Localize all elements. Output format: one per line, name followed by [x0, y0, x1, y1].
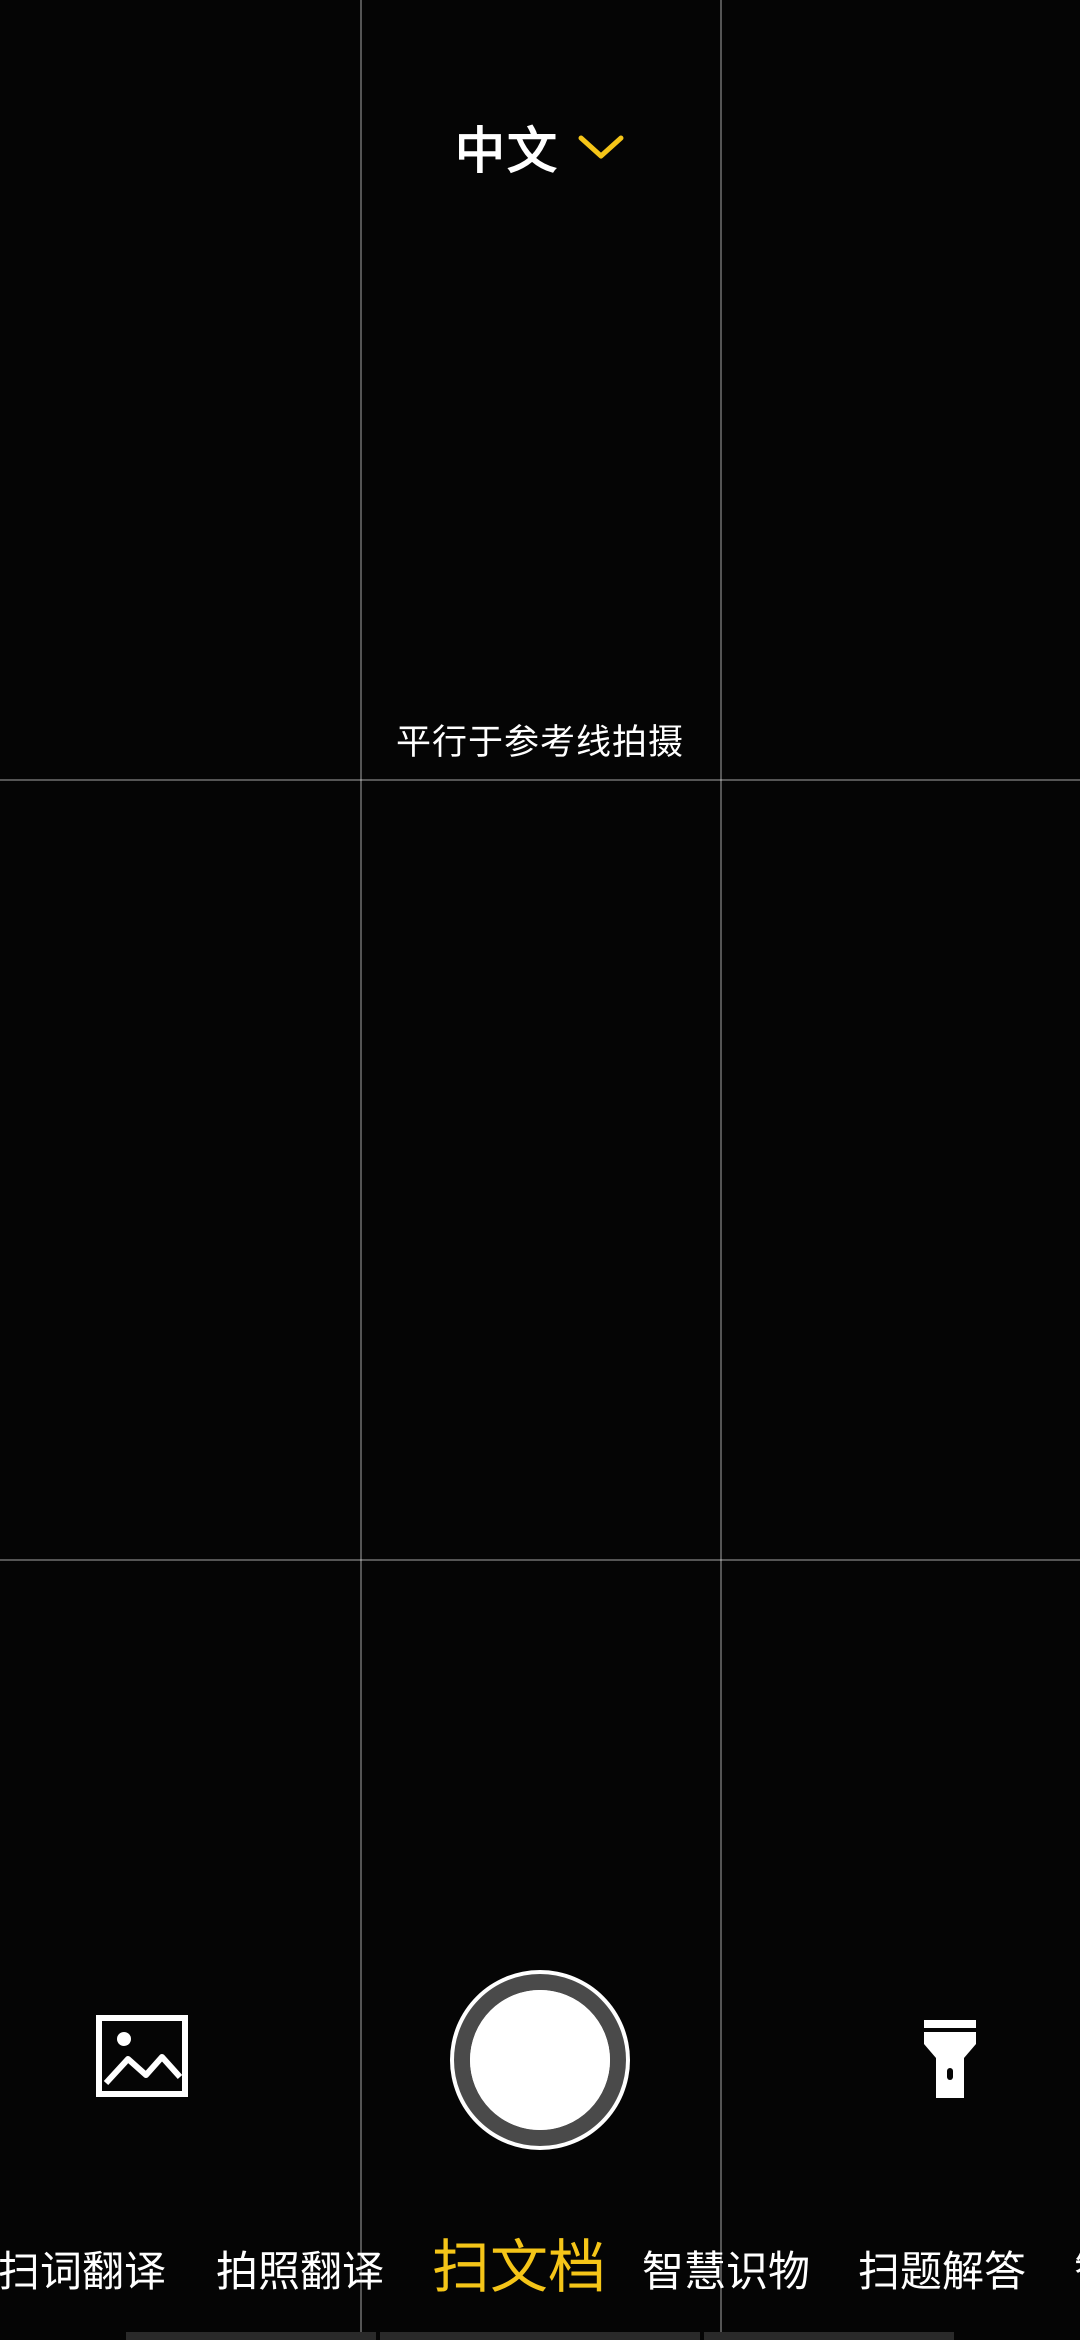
- grid-line-vertical-left: [360, 0, 362, 2340]
- camera-viewfinder[interactable]: 中文 平行于参考线拍摄 扫词翻译 拍照翻译 扫文档 智慧识物 扫题解答 智: [0, 0, 1080, 2340]
- bottom-edge-segment: [380, 2332, 700, 2340]
- shutter-button[interactable]: [450, 1970, 630, 2150]
- tab-photo-translate[interactable]: 拍照翻译: [216, 2238, 384, 2299]
- tab-scan-question-answer[interactable]: 扫题解答: [858, 2238, 1026, 2299]
- tab-partial-next[interactable]: 智: [1074, 2238, 1080, 2299]
- grid-line-horizontal-top: [0, 779, 1080, 781]
- image-icon[interactable]: [96, 2015, 188, 2097]
- grid-line-horizontal-bottom: [0, 1559, 1080, 1561]
- tab-scan-document[interactable]: 扫文档: [432, 2220, 606, 2304]
- language-label: 中文: [455, 122, 559, 180]
- bottom-edge-segment: [126, 2332, 376, 2340]
- tab-scan-word-translate[interactable]: 扫词翻译: [0, 2238, 166, 2299]
- chevron-down-icon: [578, 135, 624, 159]
- tab-smart-object-recognition[interactable]: 智慧识物: [642, 2238, 810, 2299]
- mode-tabs: 扫词翻译 拍照翻译 扫文档 智慧识物 扫题解答 智: [0, 2220, 1080, 2320]
- bottom-edge-segment: [704, 2332, 954, 2340]
- alignment-hint: 平行于参考线拍摄: [395, 723, 684, 763]
- grid-line-vertical-right: [720, 0, 722, 2340]
- flashlight-icon[interactable]: [920, 2018, 980, 2100]
- shutter-core: [470, 1990, 610, 2130]
- language-selector[interactable]: 中文: [0, 112, 1080, 182]
